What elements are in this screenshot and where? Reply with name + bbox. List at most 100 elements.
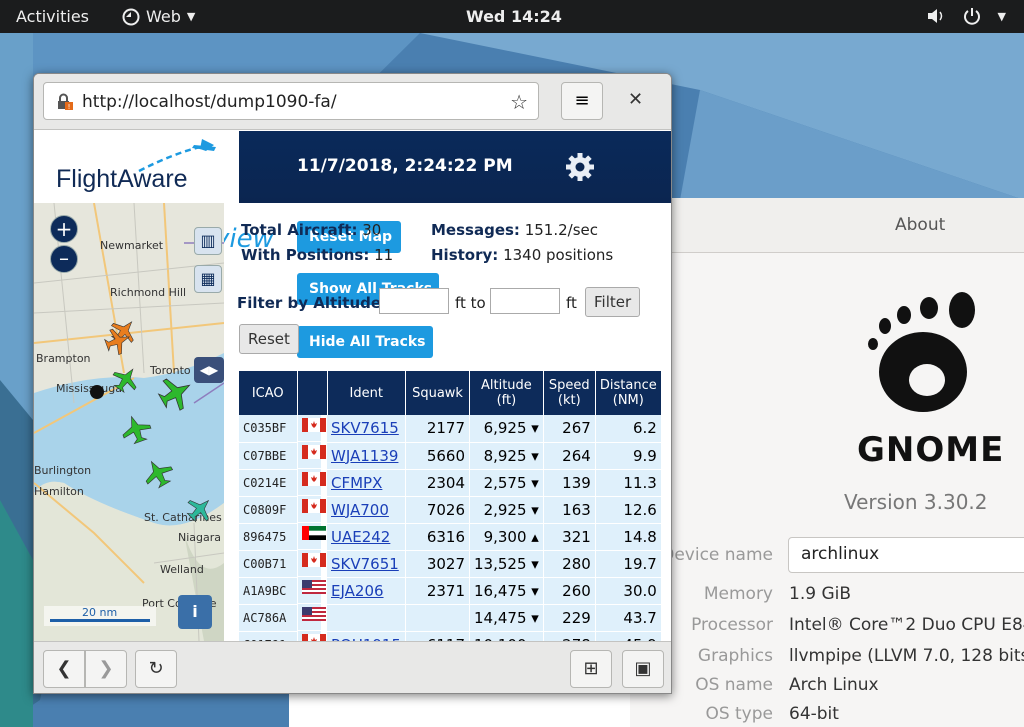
country-flag-icon (301, 579, 326, 594)
with-positions: With Positions: 11 (241, 246, 393, 264)
about-title: About (895, 215, 946, 235)
info-button[interactable]: i (178, 595, 212, 629)
filter-button[interactable]: Filter (585, 287, 641, 317)
table-row[interactable]: C035BF SKV7615 2177 6,925 ▾ 267 6.2 (239, 415, 662, 443)
system-tray[interactable]: ▼ (926, 6, 1006, 26)
col-header-squawk[interactable]: Squawk (405, 371, 471, 415)
map-icon: ▥ (200, 231, 216, 250)
altitude-min-input[interactable] (379, 288, 449, 314)
gear-icon[interactable] (564, 151, 596, 183)
back-button[interactable]: ❮ (43, 650, 85, 688)
clock[interactable]: Wed 14:24 (466, 7, 562, 26)
flag-cell (297, 415, 326, 442)
ident-cell[interactable]: WJA1139 (327, 442, 407, 470)
history-value: 1340 positions (503, 246, 614, 264)
table-row[interactable]: A1A9BC EJA206 2371 16,475 ▾ 260 30.0 (239, 577, 662, 605)
table-header-row: ICAO Ident Squawk Altitude (ft) Speed (k… (239, 371, 662, 415)
map-layers-button[interactable]: ▥ (194, 227, 222, 255)
ident-cell[interactable]: UAE242 (327, 523, 407, 551)
distance-cell: 14.8 (595, 523, 662, 551)
table-row[interactable]: C00B71 SKV7651 3027 13,525 ▾ 280 19.7 (239, 550, 662, 578)
col-header-flag[interactable] (297, 371, 328, 415)
info-icon: i (192, 602, 198, 621)
flag-cell (297, 631, 326, 641)
zoom-in-button[interactable]: + (50, 215, 78, 243)
altitude-cell: 6,925 ▾ (469, 415, 544, 443)
flightaware-logo[interactable]: FlightAware (34, 131, 239, 203)
ident-cell[interactable]: CFMPX (327, 469, 407, 497)
insecure-lock-icon: ! (58, 93, 73, 111)
table-row[interactable]: C01791 POU1915611710,100 ▾27845.9 (239, 631, 662, 641)
ident-cell[interactable] (327, 604, 407, 632)
map-place-label: Newmarket (100, 239, 164, 252)
col-header-distance[interactable]: Distance (NM) (595, 371, 662, 415)
speed-cell: 229 (543, 604, 596, 632)
hamburger-menu-button[interactable]: ≡ (561, 82, 603, 120)
icao-cell: A1A9BC (239, 577, 298, 605)
table-row[interactable]: C0809F WJA700 7026 2,925 ▾ 163 12.6 (239, 496, 662, 524)
ft-label: ft (566, 294, 577, 312)
ident-cell[interactable]: WJA700 (327, 496, 407, 524)
chevron-right-icon: ❯ (98, 658, 114, 679)
memory-value: 1.9 GiB (789, 584, 851, 604)
ident-cell[interactable]: POU1915 (327, 631, 407, 641)
top-bar: Activities Web ▼ Wed 14:24 ▼ (0, 0, 1024, 33)
os-name-value: Arch Linux (789, 675, 879, 695)
map-view[interactable]: Newmarket Richmond Hill Brampton Toronto… (34, 203, 224, 641)
table-row[interactable]: AC786A 14,475 ▾ 229 43.7 (239, 604, 662, 632)
device-name-input[interactable]: archlinux (788, 537, 1024, 573)
collapse-sidebar-button[interactable]: ◀▶ (194, 357, 224, 383)
col-header-ident[interactable]: Ident (327, 371, 407, 415)
altitude-max-input[interactable] (490, 288, 560, 314)
squawk-cell: 6316 (405, 523, 471, 551)
distance-cell: 11.3 (595, 469, 662, 497)
url-bar[interactable]: ! http://localhost/dump1090-fa/ ☆ (43, 82, 539, 120)
table-row[interactable]: C0214E CFMPX 2304 2,575 ▾ 139 11.3 (239, 469, 662, 497)
flightaware-header: FlightAware 11/7/2018, 2:24:22 PM (34, 131, 671, 203)
grid-toggle-button[interactable]: ▦ (194, 265, 222, 293)
table-row[interactable]: C07BBE WJA1139 5660 8,925 ▾ 264 9.9 (239, 442, 662, 470)
squawk-cell: 2177 (405, 415, 471, 443)
zoom-out-button[interactable]: – (50, 245, 78, 273)
arrows-left-right-icon: ◀▶ (199, 363, 219, 377)
country-flag-icon (301, 552, 326, 567)
plus-icon: + (55, 217, 73, 241)
bookmark-star-icon[interactable]: ☆ (510, 90, 528, 114)
col-header-speed[interactable]: Speed (kt) (543, 371, 596, 415)
icao-cell: AC786A (239, 604, 298, 632)
map-place-label: Mississauga (56, 382, 122, 395)
distance-cell: 12.6 (595, 496, 662, 524)
hide-all-tracks-button[interactable]: Hide All Tracks (297, 326, 433, 358)
new-tab-button[interactable]: ⊞ (570, 650, 612, 688)
aircraft-table: ICAO Ident Squawk Altitude (ft) Speed (k… (239, 371, 662, 641)
speed-cell: 321 (543, 523, 596, 551)
reset-filter-button[interactable]: Reset (239, 324, 299, 354)
total-aircraft-label: Total Aircraft: (241, 221, 358, 239)
app-menu[interactable]: Web ▼ (122, 7, 195, 26)
messages-rate: Messages: 151.2/sec (431, 221, 598, 239)
ident-cell[interactable]: EJA206 (327, 577, 407, 605)
icao-cell: C035BF (239, 415, 298, 443)
ident-cell[interactable]: SKV7651 (327, 550, 407, 578)
ident-cell[interactable]: SKV7615 (327, 415, 407, 443)
flag-cell (297, 442, 326, 469)
col-header-icao[interactable]: ICAO (239, 371, 298, 415)
browser-window: ! http://localhost/dump1090-fa/ ☆ ≡ ✕ Fl… (33, 73, 672, 694)
col-header-altitude[interactable]: Altitude (ft) (469, 371, 544, 415)
activities-button[interactable]: Activities (16, 7, 89, 26)
reload-button[interactable]: ↻ (135, 650, 177, 688)
altitude-cell: 2,575 ▾ (469, 469, 544, 497)
country-flag-icon (301, 444, 326, 459)
bookmarks-button[interactable]: ▣ (622, 650, 664, 688)
close-button[interactable]: ✕ (628, 89, 643, 110)
graphics-value: llvmpipe (LLVM 7.0, 128 bits (789, 646, 1024, 666)
squawk-cell (405, 604, 471, 632)
map-scale-label: 20 nm (82, 606, 117, 619)
with-positions-value: 11 (374, 246, 394, 264)
os-type-label: OS type (705, 704, 773, 724)
flightaware-logo-text: FlightAware (56, 165, 188, 193)
forward-button[interactable]: ❯ (85, 650, 127, 688)
url-text[interactable]: http://localhost/dump1090-fa/ (82, 92, 337, 112)
with-positions-label: With Positions: (241, 246, 370, 264)
table-row[interactable]: 896475 UAE242 6316 9,300 ▴ 321 14.8 (239, 523, 662, 551)
